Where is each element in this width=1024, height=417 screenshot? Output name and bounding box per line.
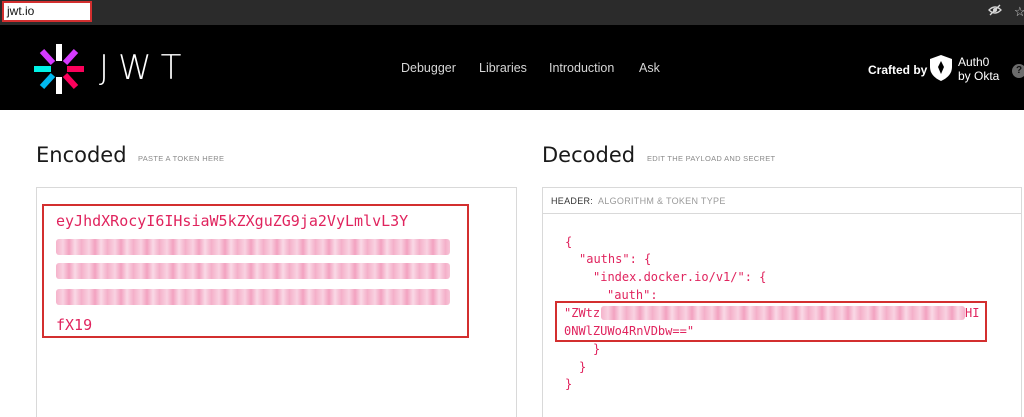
token-redacted-line <box>56 263 450 279</box>
code-line[interactable]: } <box>579 360 586 375</box>
header-label: HEADER: <box>551 196 594 206</box>
auth-redacted-segment <box>601 306 965 320</box>
nav-introduction[interactable]: Introduction <box>549 59 614 77</box>
decoded-hint: EDIT THE PAYLOAD AND SECRET <box>647 154 776 163</box>
url-field[interactable]: jwt.io <box>2 1 92 22</box>
code-line[interactable]: } <box>565 377 572 392</box>
auth0-brand[interactable]: Auth0 by Okta <box>958 55 999 83</box>
code-line[interactable]: { <box>565 235 572 250</box>
code-line[interactable]: } <box>593 342 600 357</box>
auth-value-prefix[interactable]: "ZWtz <box>564 306 600 321</box>
code-line[interactable]: "index.docker.io/v1/": { <box>593 270 766 285</box>
auth-value-line2[interactable]: 0NWlZUWo4RnVDbw==" <box>564 324 694 339</box>
crafted-by-label: Crafted by <box>868 63 928 77</box>
encoded-hint: PASTE A TOKEN HERE <box>138 154 225 163</box>
token-line-first: eyJhdXRocyI6IHsiaW5kZXguZG9ja2VyLmlvL3Y <box>56 212 409 230</box>
nav-libraries[interactable]: Libraries <box>479 59 527 77</box>
token-line-last: fX19 <box>56 316 93 334</box>
browser-address-bar: jwt.io ☆ <box>0 0 1024 25</box>
header-subtitle: ALGORITHM & TOKEN TYPE <box>598 196 726 206</box>
site-header: JWT Debugger Libraries Introduction Ask … <box>0 25 1024 110</box>
token-redacted-line <box>56 289 450 305</box>
code-line[interactable]: "auths": { <box>579 252 651 267</box>
decoded-title: Decoded <box>542 143 636 167</box>
auth-value-suffix[interactable]: HI <box>965 306 979 321</box>
help-icon[interactable]: ? <box>1012 64 1024 78</box>
nav-ask[interactable]: Ask <box>639 59 660 77</box>
eye-off-icon[interactable] <box>988 3 1002 22</box>
nav-debugger[interactable]: Debugger <box>401 59 456 77</box>
auth0-brand-line1: Auth0 <box>958 55 990 69</box>
auth0-brand-line2: by Okta <box>958 69 1000 83</box>
auth0-shield-icon[interactable] <box>928 54 954 82</box>
encoded-title: Encoded <box>36 143 127 167</box>
decoded-header-bar: HEADER: ALGORITHM & TOKEN TYPE <box>542 187 1022 214</box>
star-icon[interactable]: ☆ <box>1014 3 1024 21</box>
token-redacted-line <box>56 239 450 255</box>
